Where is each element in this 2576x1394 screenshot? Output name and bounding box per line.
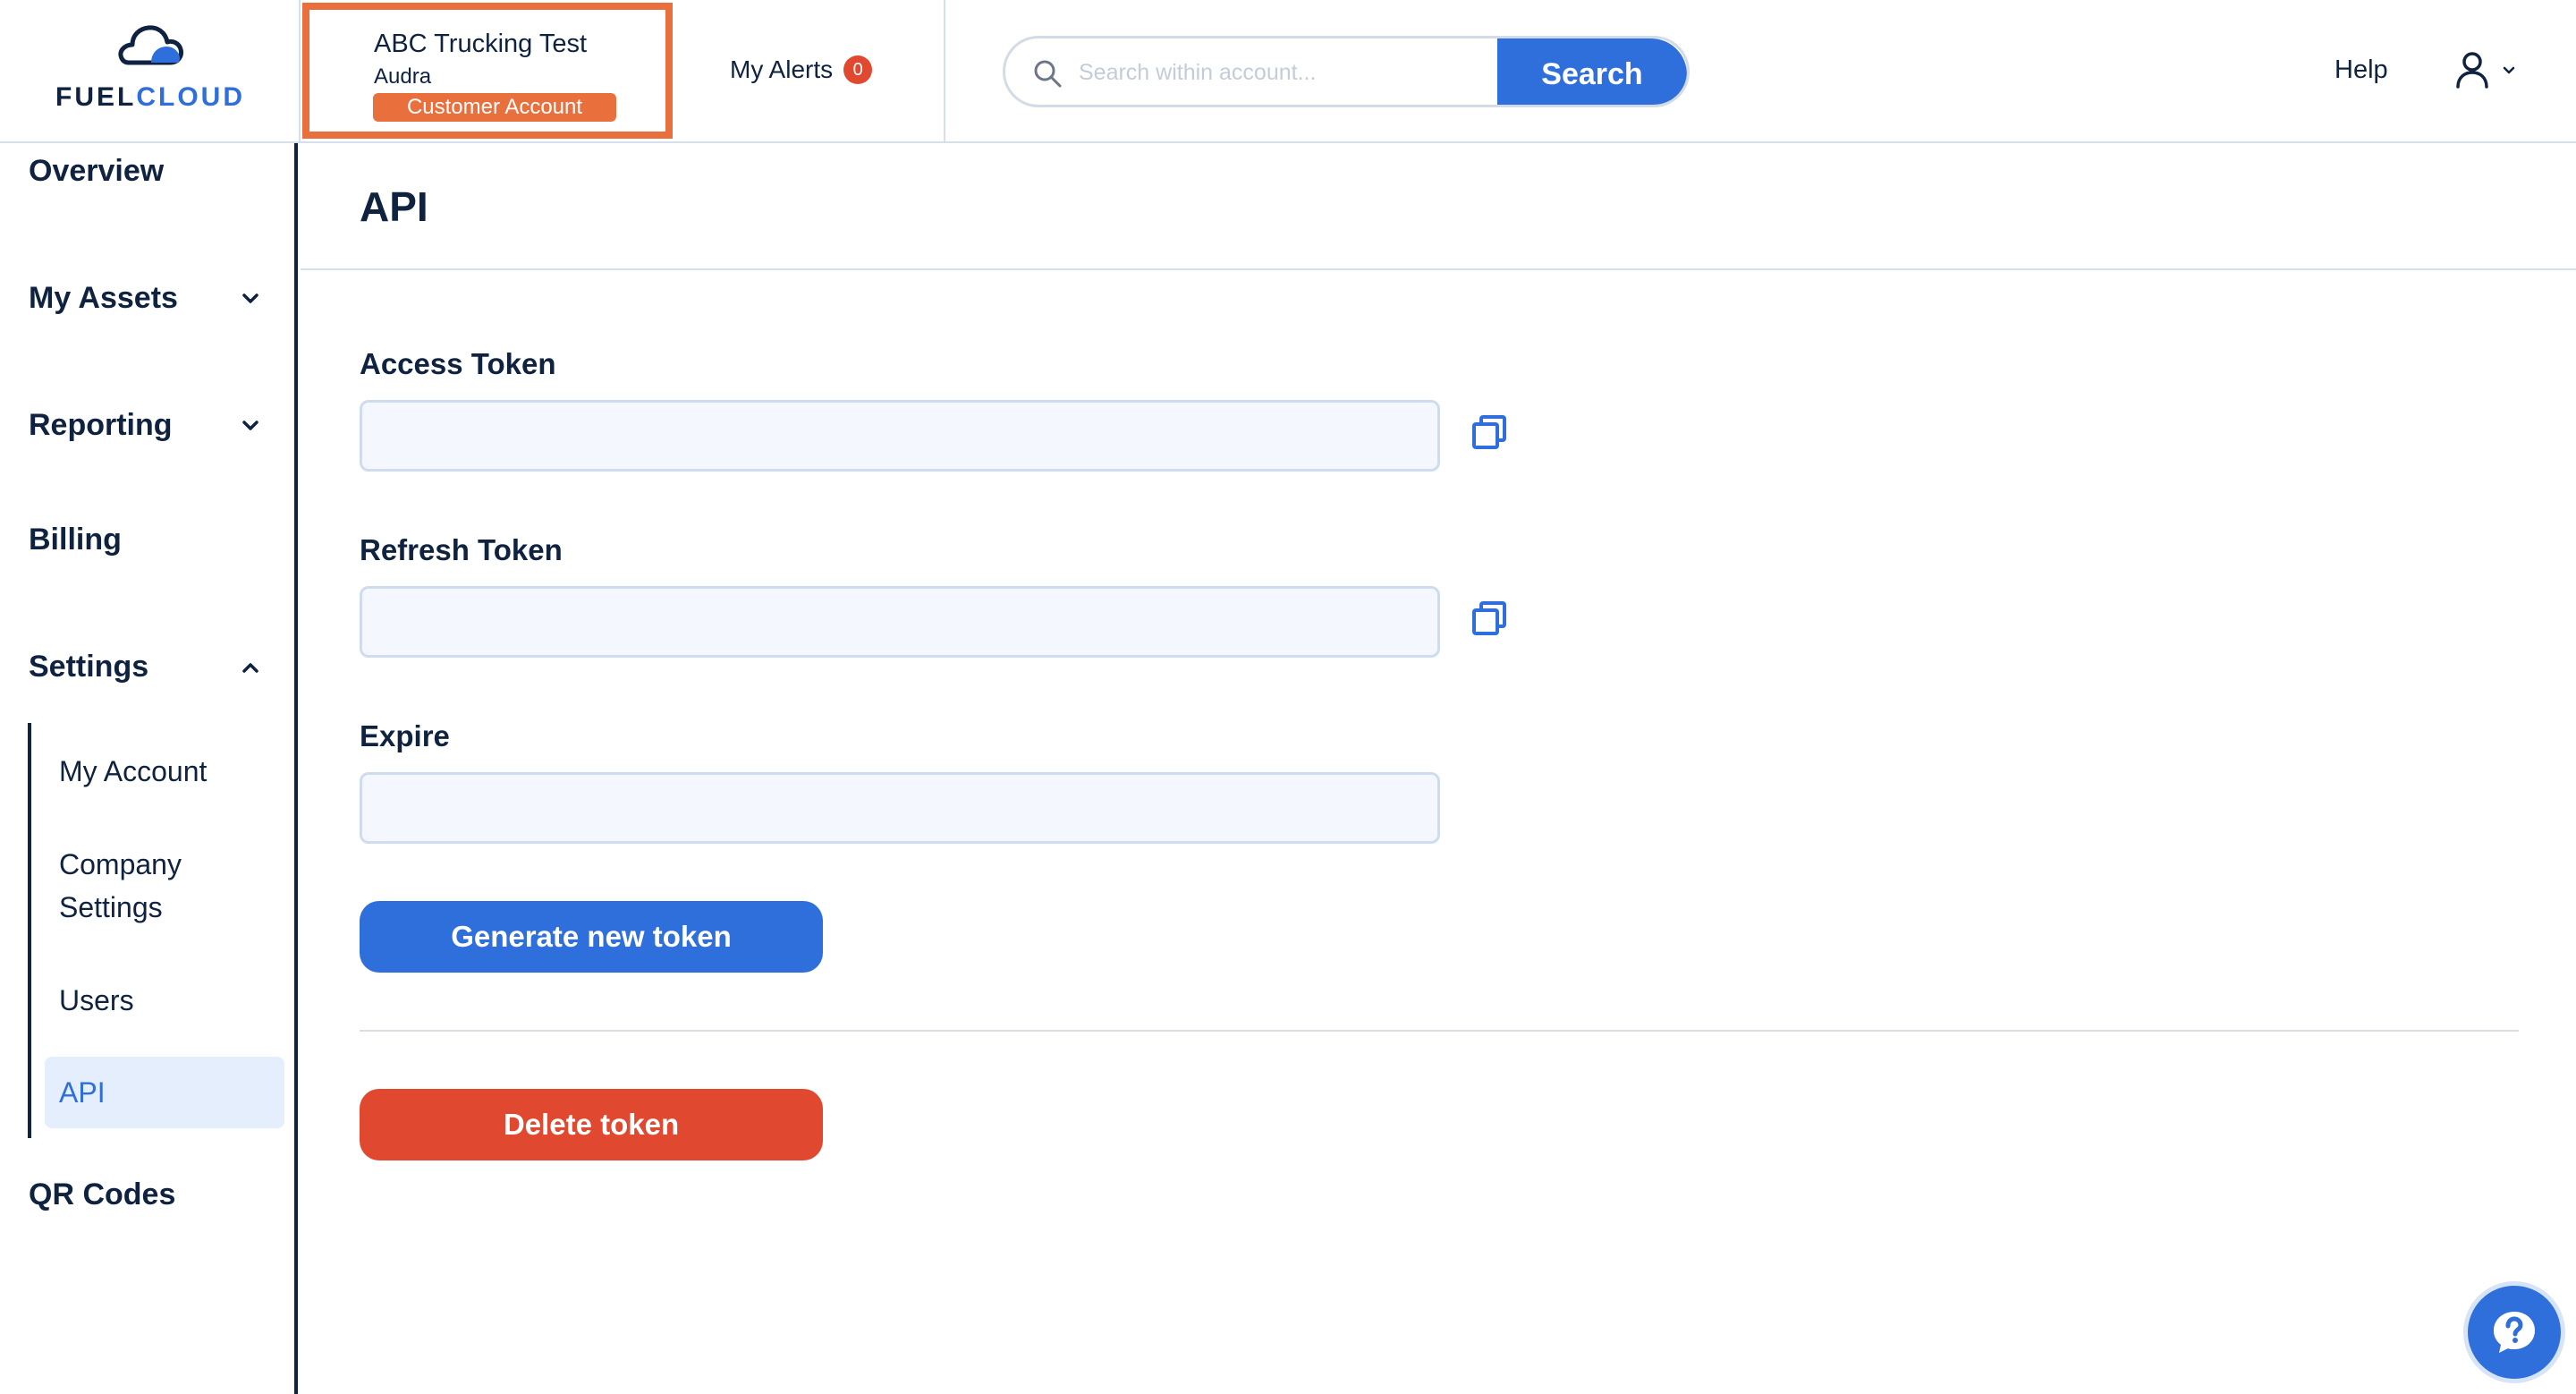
my-alerts-label: My Alerts (730, 55, 834, 83)
fuelcloud-logo[interactable]: FUELCLOUD (0, 0, 301, 141)
help-link[interactable]: Help (2334, 55, 2388, 85)
account-type-badge: Customer Account (373, 93, 616, 122)
refresh-token-field[interactable] (360, 586, 1440, 658)
access-token-field[interactable] (360, 400, 1440, 472)
logo-cloud-text: CLOUD (136, 82, 245, 112)
settings-submenu-line (28, 723, 31, 1138)
cloud-logo-icon (118, 25, 183, 65)
sidebar-subitem-users[interactable]: Users (59, 979, 134, 1022)
expire-label: Expire (360, 719, 450, 752)
copy-icon[interactable] (1470, 413, 1508, 451)
sidebar-subitem-my-account[interactable]: My Account (59, 750, 207, 793)
expire-field[interactable] (360, 772, 1440, 844)
account-user: Audra (374, 64, 432, 89)
sidebar-border (294, 143, 298, 1394)
generate-token-button[interactable]: Generate new token (360, 901, 823, 973)
sidebar-item-qr-codes[interactable]: QR Codes (29, 1177, 175, 1212)
chevron-down-icon (2503, 66, 2515, 74)
chevron-down-icon[interactable] (238, 286, 263, 311)
account-switcher[interactable]: ABC Trucking Test Audra Customer Account (302, 3, 673, 139)
search-button[interactable]: Search (1497, 38, 1687, 105)
sidebar-item-billing[interactable]: Billing (29, 523, 122, 557)
search-input[interactable] (1079, 49, 1508, 96)
title-divider (301, 268, 2576, 270)
chevron-up-icon[interactable] (238, 655, 263, 680)
delete-token-button[interactable]: Delete token (360, 1089, 823, 1160)
refresh-token-label: Refresh Token (360, 533, 563, 566)
account-name: ABC Trucking Test (374, 30, 588, 58)
user-menu[interactable] (2453, 50, 2522, 91)
sidebar-item-overview[interactable]: Overview (29, 154, 164, 189)
header-divider (944, 0, 945, 141)
section-divider (360, 1030, 2519, 1032)
page-title: API (360, 183, 428, 230)
sidebar-subitem-company-settings[interactable]: Company Settings (59, 843, 265, 929)
sidebar-item-settings[interactable]: Settings (29, 650, 148, 684)
user-icon (2456, 52, 2488, 89)
access-token-label: Access Token (360, 347, 556, 380)
sidebar-item-reporting[interactable]: Reporting (29, 408, 173, 443)
sidebar-item-my-assets[interactable]: My Assets (29, 281, 178, 316)
alerts-count-badge: 0 (843, 55, 873, 84)
question-chat-icon (2494, 1312, 2535, 1353)
help-chat-button[interactable] (2463, 1281, 2565, 1383)
sidebar-subitem-api[interactable]: API (59, 1071, 106, 1114)
search-bar: Search (1003, 36, 1690, 107)
chevron-down-icon[interactable] (238, 413, 263, 438)
logo-fuel-text: FUEL (55, 82, 137, 112)
logo-wordmark: FUELCLOUD (0, 82, 301, 113)
copy-icon[interactable] (1470, 599, 1508, 637)
my-alerts-link[interactable]: My Alerts 0 (730, 52, 873, 88)
top-header: FUELCLOUD ABC Trucking Test Audra Custom… (0, 0, 2576, 143)
search-icon (1034, 60, 1062, 88)
